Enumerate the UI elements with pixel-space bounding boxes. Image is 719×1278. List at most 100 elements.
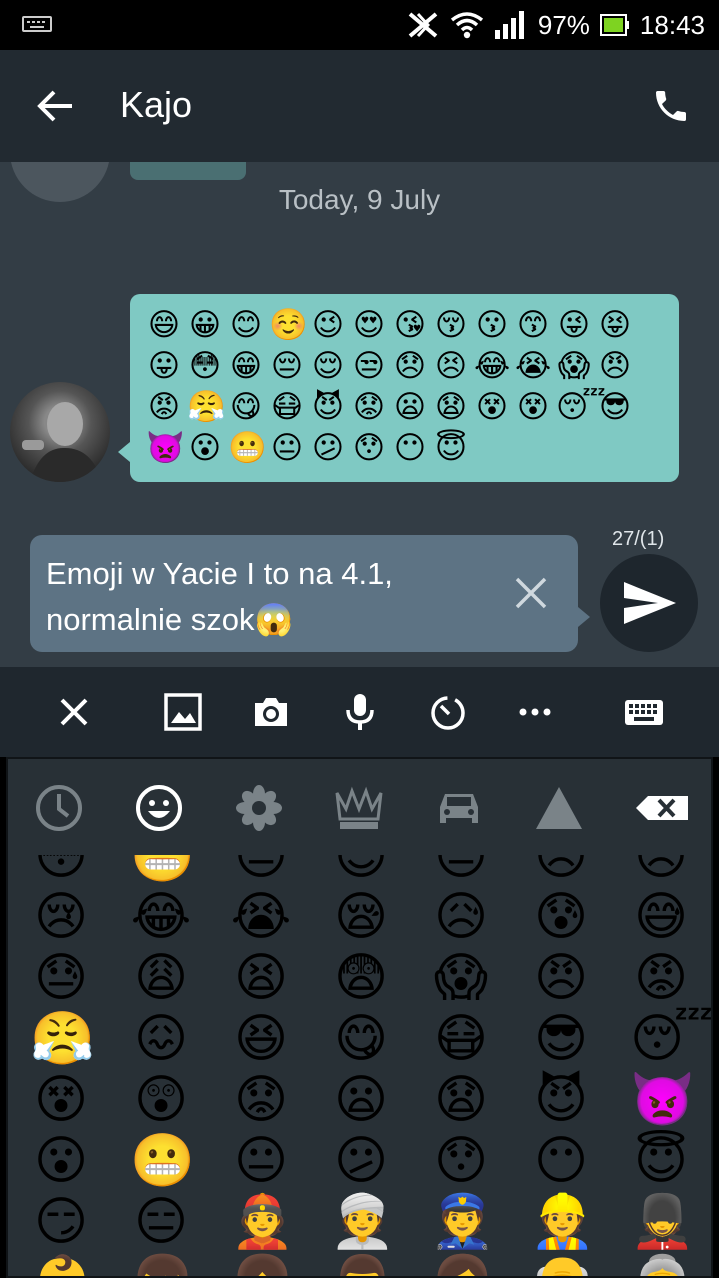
emoji-key[interactable]: 😪 xyxy=(330,886,392,948)
attachment-toolbar xyxy=(0,667,719,757)
emoji-key[interactable]: 😰 xyxy=(530,886,592,948)
message-input[interactable]: Emoji w Yacie I to na 4.1, normalnie szo… xyxy=(30,535,590,652)
close-icon[interactable] xyxy=(54,692,94,732)
emoji-key[interactable]: 😨 xyxy=(330,947,392,1009)
message-emoji: 😟 xyxy=(352,389,386,425)
smiley-icon[interactable] xyxy=(134,783,184,833)
emoji-key[interactable]: 😕 xyxy=(330,1130,392,1192)
message-emoji: 😵 xyxy=(475,389,509,425)
emoji-key[interactable]: 👲 xyxy=(230,1191,295,1253)
emoji-key[interactable]: 😖 xyxy=(130,1008,192,1070)
message-emoji: 😁 xyxy=(229,348,263,384)
emoji-key[interactable]: 😣 xyxy=(630,855,692,887)
person-photo xyxy=(22,402,102,482)
message-bubble[interactable]: 😄 😀 😊 ☺️ 😉 😍 😘 😚 😗 😙 😜 😝 😛 😳 😁 😔 😌 😒 😞 😣 😂 😭 😱 😠 😡 😤 😋 😷 😈 😟 😦 😧 😵 😵 😴 😎 👿 😮 😬… xyxy=(118,294,679,482)
camera-icon[interactable] xyxy=(251,692,291,732)
backspace-icon[interactable] xyxy=(634,783,690,833)
clear-text-icon[interactable] xyxy=(513,575,549,611)
emoji-key[interactable]: 😎 xyxy=(530,1008,592,1070)
message-emoji: 😎 xyxy=(598,389,632,425)
message-input-text[interactable]: Emoji w Yacie I to na 4.1, normalnie szo… xyxy=(46,551,486,643)
message-emoji: 😠 xyxy=(598,348,632,384)
recent-clock-icon[interactable] xyxy=(34,783,84,833)
message-emoji: ☺️ xyxy=(269,307,308,343)
emoji-key[interactable]: 😵 xyxy=(30,1069,92,1131)
send-button[interactable] xyxy=(600,554,698,652)
emoji-key[interactable]: 😑 xyxy=(130,1191,192,1253)
message-emoji-content: 😄 😀 😊 ☺️ 😉 😍 😘 😚 😗 😙 😜 😝 😛 😳 😁 😔 😌 😒 😞 😣 😂 😭 😱 😠 😡 😤 😋 😷 😈 😟 😦 😧 😵 😵 😴 😎 👿 😮 😬… xyxy=(146,306,667,467)
emoji-key[interactable]: 😦 xyxy=(330,1069,392,1131)
emoji-key[interactable]: 👨 xyxy=(330,1252,395,1276)
emoji-key[interactable]: 😴 xyxy=(630,1008,711,1070)
emoji-key[interactable]: 😐 xyxy=(230,1130,292,1192)
emoji-key[interactable]: 😬 xyxy=(130,1130,195,1192)
keyboard-notification-icon xyxy=(22,16,52,32)
emoji-key[interactable]: 😞 xyxy=(530,855,592,887)
emoji-key[interactable]: 😓 xyxy=(30,947,92,1009)
more-options-icon[interactable] xyxy=(515,692,555,732)
emoji-key[interactable]: 👵 xyxy=(630,1252,695,1276)
phone-icon[interactable] xyxy=(651,86,691,126)
emoji-keyboard: 😳 😬 😔 😌 😒 😞 😣 😢 😂 😭 😪 😥 😰 😅 😓 😩 😫 😨 😱 😠 😡 😤 😖 😆 😋 😷 😎 😴 😵 😲 😟 😦 😧 😈 👿 😮 😬 😐 😕 😯… xyxy=(6,757,713,1278)
chat-area: Today, 9 July 😄 😀 😊 ☺️ 😉 😍 😘 😚 😗 😙 😜 😝 😛 😳 😁 😔 😌 😒 😞 😣 😂 😭 😱 😠 😡… xyxy=(0,162,719,667)
emoji-key[interactable]: 😷 xyxy=(430,1008,492,1070)
keyboard-icon[interactable] xyxy=(624,692,664,732)
emoji-key[interactable]: 😠 xyxy=(530,947,592,1009)
back-arrow-icon[interactable] xyxy=(36,86,76,126)
timer-icon[interactable] xyxy=(428,692,468,732)
signal-icon xyxy=(494,11,524,39)
emoji-key[interactable]: 😢 xyxy=(30,886,92,948)
emoji-key[interactable]: 😲 xyxy=(130,1069,192,1131)
emoji-key[interactable]: 😇 xyxy=(630,1130,692,1192)
message-emoji: 😔 xyxy=(270,348,304,384)
crown-icon[interactable] xyxy=(334,783,384,833)
emoji-key[interactable]: 😂 xyxy=(130,886,192,948)
emoji-key[interactable]: 👮 xyxy=(430,1191,495,1253)
emoji-key[interactable]: 😯 xyxy=(430,1130,492,1192)
emoji-key[interactable]: 😮 xyxy=(30,1130,92,1192)
emoji-key[interactable]: 😥 xyxy=(430,886,492,948)
emoji-key[interactable]: 👶 xyxy=(30,1252,95,1276)
emoji-key[interactable]: 😩 xyxy=(130,947,192,1009)
emoji-key[interactable]: 😭 xyxy=(230,886,292,948)
message-emoji: 😚 xyxy=(434,307,468,343)
emoji-key[interactable]: 😆 xyxy=(230,1008,292,1070)
message-emoji: 😭 xyxy=(515,348,552,384)
emoji-key[interactable]: 👿 xyxy=(630,1069,695,1131)
message-emoji: 😬 xyxy=(228,430,267,466)
emoji-key[interactable]: 😳 xyxy=(30,855,92,887)
emoji-key[interactable]: 😤 xyxy=(30,1008,95,1070)
emoji-key[interactable]: 👳 xyxy=(330,1191,395,1253)
emoji-key[interactable]: 😌 xyxy=(330,855,392,887)
image-icon[interactable] xyxy=(163,692,203,732)
emoji-key[interactable]: 😋 xyxy=(330,1008,392,1070)
emoji-key[interactable]: 👩 xyxy=(430,1252,495,1276)
emoji-key[interactable]: 😱 xyxy=(430,947,492,1009)
emoji-key[interactable]: 😧 xyxy=(430,1069,492,1131)
emoji-key[interactable]: 😒 xyxy=(430,855,492,887)
contact-avatar[interactable] xyxy=(10,382,110,482)
microphone-icon[interactable] xyxy=(340,692,380,732)
emoji-key[interactable]: 👴 xyxy=(530,1252,595,1276)
emoji-key[interactable]: 😬 xyxy=(130,855,195,887)
emoji-key[interactable]: 😡 xyxy=(630,947,692,1009)
triangle-symbols-icon[interactable] xyxy=(534,783,584,833)
emoji-key[interactable]: 👧 xyxy=(230,1252,295,1276)
message-emoji: 😗 xyxy=(475,307,509,343)
emoji-key[interactable]: 👦 xyxy=(130,1252,195,1276)
emoji-key[interactable]: 😏 xyxy=(30,1191,92,1253)
emoji-key[interactable]: 😅 xyxy=(630,886,692,948)
message-emoji: 😉 xyxy=(311,307,345,343)
emoji-key[interactable]: 👷 xyxy=(530,1191,595,1253)
message-emoji: 😡 xyxy=(147,389,181,425)
emoji-key[interactable]: 😫 xyxy=(230,947,292,1009)
flower-icon[interactable] xyxy=(234,783,284,833)
emoji-key[interactable]: 😈 xyxy=(530,1069,592,1131)
emoji-key[interactable]: 😔 xyxy=(230,855,292,887)
emoji-grid-row: 👶 👦 👧 👨 👩 👴 👵 xyxy=(8,1252,711,1276)
emoji-key[interactable]: 💂 xyxy=(630,1191,695,1253)
car-icon[interactable] xyxy=(434,783,484,833)
emoji-key[interactable]: 😟 xyxy=(230,1069,292,1131)
emoji-grid-row: 😵 😲 😟 😦 😧 😈 👿 xyxy=(8,1069,711,1131)
emoji-key[interactable]: 😶 xyxy=(530,1130,592,1192)
